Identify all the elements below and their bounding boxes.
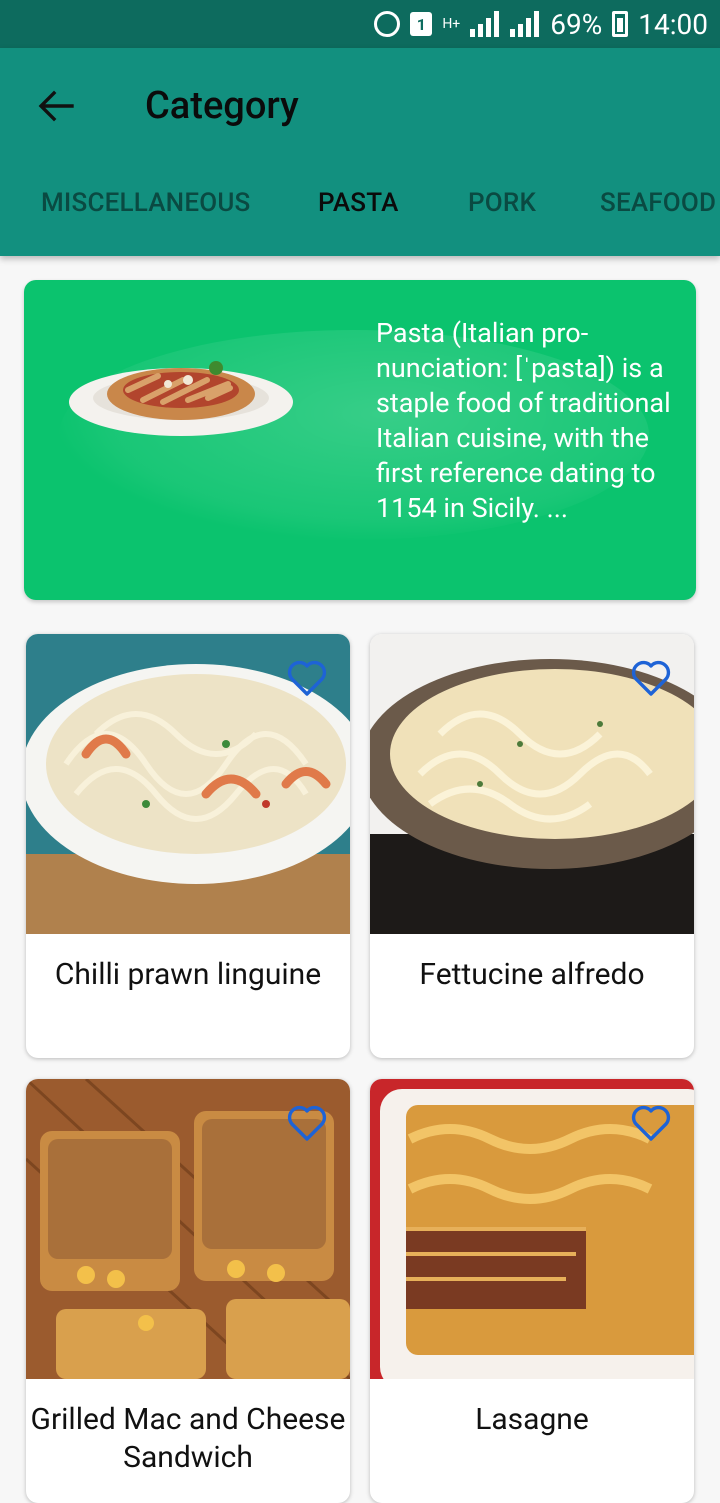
category-description-card: Pasta (Italian pro- nunciation: [ˈpasta]…	[24, 280, 696, 600]
signal-icon	[470, 11, 500, 37]
favorite-heart-icon[interactable]	[630, 1103, 672, 1143]
app-bar: Category MISCELLANEOUS PASTA PORK SEAFOO…	[0, 48, 720, 256]
meal-card[interactable]: Chilli prawn linguine	[26, 634, 350, 1058]
tab-pork[interactable]: PORK	[468, 188, 536, 218]
category-description: Pasta (Italian pro- nunciation: [ˈpasta]…	[376, 317, 671, 524]
alarm-icon	[374, 11, 401, 37]
tab-pasta[interactable]: PASTA	[318, 188, 399, 218]
pasta-plate-image	[69, 361, 293, 436]
favorite-heart-icon[interactable]	[286, 1103, 328, 1143]
back-button[interactable]	[32, 82, 80, 130]
meal-name: Grilled Mac and Cheese Sandwich	[30, 1402, 346, 1475]
battery-icon	[612, 11, 629, 37]
category-tabs: MISCELLANEOUS PASTA PORK SEAFOOD	[0, 188, 720, 236]
tab-miscellaneous[interactable]: MISCELLANEOUS	[41, 188, 250, 218]
clock: 14:00	[638, 7, 708, 41]
signal-icon-2	[510, 11, 540, 37]
favorite-heart-icon[interactable]	[630, 658, 672, 698]
meal-card[interactable]: Grilled Mac and Cheese Sandwich	[26, 1079, 350, 1503]
meal-card[interactable]: Lasagne	[370, 1079, 694, 1503]
meal-name: Lasagne	[475, 1402, 589, 1437]
battery-percent: 69%	[550, 7, 603, 41]
network-type-icon: H+	[442, 16, 461, 32]
sim-icon: 1	[410, 12, 433, 36]
arrow-back-icon	[38, 90, 74, 122]
status-bar: 1 H+ 69% 14:00	[0, 0, 720, 48]
meal-name: Fettucine alfredo	[419, 957, 645, 992]
tab-seafood[interactable]: SEAFOOD	[600, 188, 716, 218]
favorite-heart-icon[interactable]	[286, 658, 328, 698]
meal-name: Chilli prawn linguine	[54, 957, 322, 992]
page-title: Category	[145, 84, 299, 128]
meal-card[interactable]: Fettucine alfredo	[370, 634, 694, 1058]
